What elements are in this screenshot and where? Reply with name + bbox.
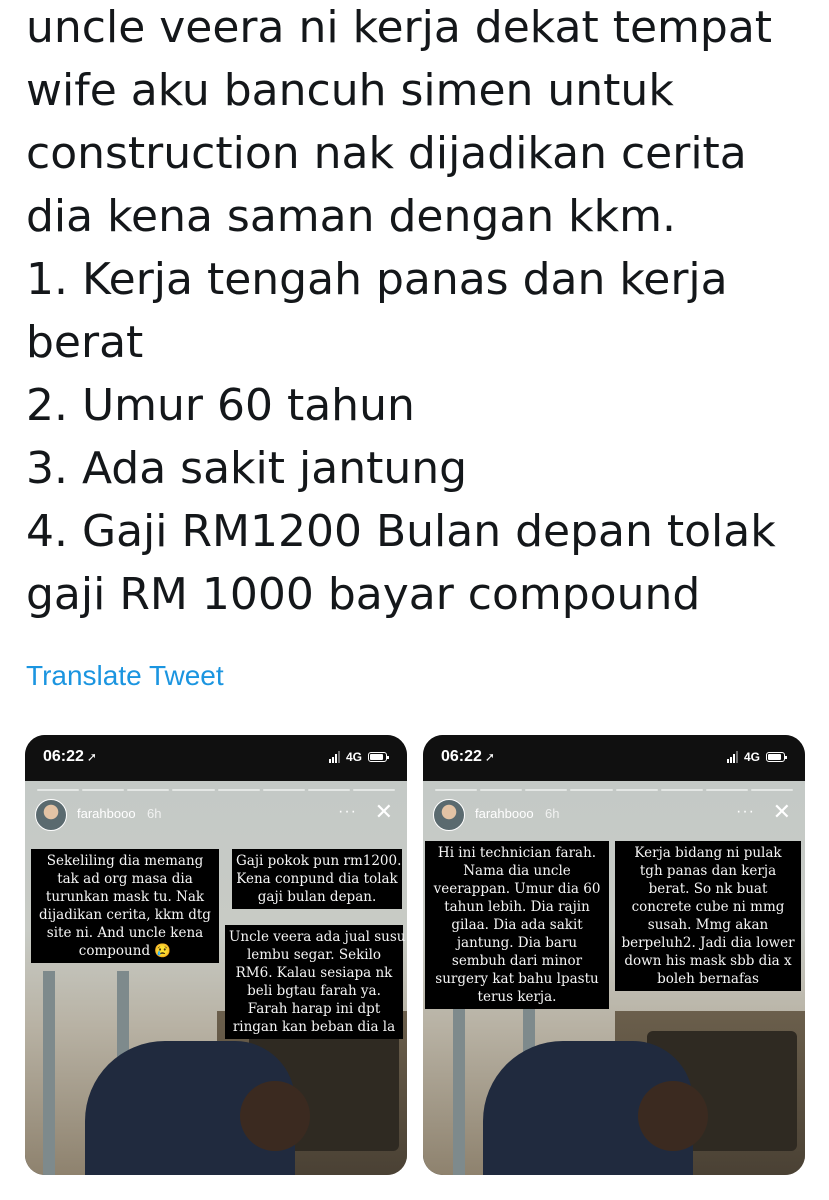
status-indicators: 4G <box>328 749 389 765</box>
tweet-line: gaji RM 1000 bayar compound <box>26 569 701 620</box>
story-caption: Uncle veera ada jual susu lembu segar. Se… <box>225 925 405 1039</box>
story-age: 6h <box>147 806 162 821</box>
story-caption: Sekeliling dia memang tak ad org masa dia… <box>31 849 219 963</box>
location-arrow-icon: ➚ <box>86 750 97 764</box>
network-type: 4G <box>743 750 760 764</box>
avatar[interactable] <box>433 799 465 831</box>
phone-status-bar: 06:22 ➚ 4G <box>423 735 805 781</box>
story-progress-bar <box>37 789 395 791</box>
battery-icon <box>766 752 787 762</box>
status-indicators: 4G <box>726 749 787 765</box>
story-screenshot-right[interactable]: 06:22 ➚ 4G farahbooo 6h ··· ✕ Hi ini tech… <box>423 735 805 1175</box>
status-time: 06:22 ➚ <box>43 748 97 765</box>
story-username[interactable]: farahbooo <box>77 806 136 821</box>
tweet-line: 1. Kerja tengah panas dan kerja <box>26 254 728 305</box>
avatar[interactable] <box>35 799 67 831</box>
translate-tweet-link[interactable]: Translate Tweet <box>26 660 224 692</box>
network-type: 4G <box>345 750 362 764</box>
story-screenshot-left[interactable]: 06:22 ➚ 4G farahbooo 6h ··· ✕ Sekeliling … <box>25 735 407 1175</box>
story-caption: Hi ini technician farah. Nama dia uncle ve… <box>425 841 609 1009</box>
phone-status-bar: 06:22 ➚ 4G <box>25 735 407 781</box>
close-icon[interactable]: ✕ <box>375 799 393 825</box>
more-icon[interactable]: ··· <box>736 803 755 821</box>
story-age: 6h <box>545 806 560 821</box>
tweet-line: wife aku bancuh simen untuk <box>26 65 674 116</box>
close-icon[interactable]: ✕ <box>773 799 791 825</box>
tweet-line: uncle veera ni kerja dekat tempat <box>26 2 773 53</box>
story-caption: Gaji pokok pun rm1200. Kena conpund dia t… <box>232 849 402 909</box>
story-progress-bar <box>435 789 793 791</box>
tweet-line: dia kena saman dengan kkm. <box>26 191 676 242</box>
story-header: farahbooo 6h ··· ✕ <box>35 797 397 833</box>
status-time: 06:22 ➚ <box>441 748 495 765</box>
battery-icon <box>368 752 389 762</box>
more-icon[interactable]: ··· <box>338 803 357 821</box>
story-username[interactable]: farahbooo <box>475 806 534 821</box>
story-header: farahbooo 6h ··· ✕ <box>433 797 795 833</box>
tweet-line: 4. Gaji RM1200 Bulan depan tolak <box>26 506 776 557</box>
tweet-text: uncle veera ni kerja dekat tempat wife a… <box>26 0 816 626</box>
signal-icon <box>328 751 340 763</box>
tweet-line: 2. Umur 60 tahun <box>26 380 415 431</box>
signal-icon <box>726 751 738 763</box>
tweet-line: berat <box>26 317 144 368</box>
tweet-line: 3. Ada sakit jantung <box>26 443 468 494</box>
tweet-line: construction nak dijadikan cerita <box>26 128 747 179</box>
location-arrow-icon: ➚ <box>484 750 495 764</box>
story-caption: Kerja bidang ni pulak tgh panas dan kerja… <box>615 841 801 991</box>
